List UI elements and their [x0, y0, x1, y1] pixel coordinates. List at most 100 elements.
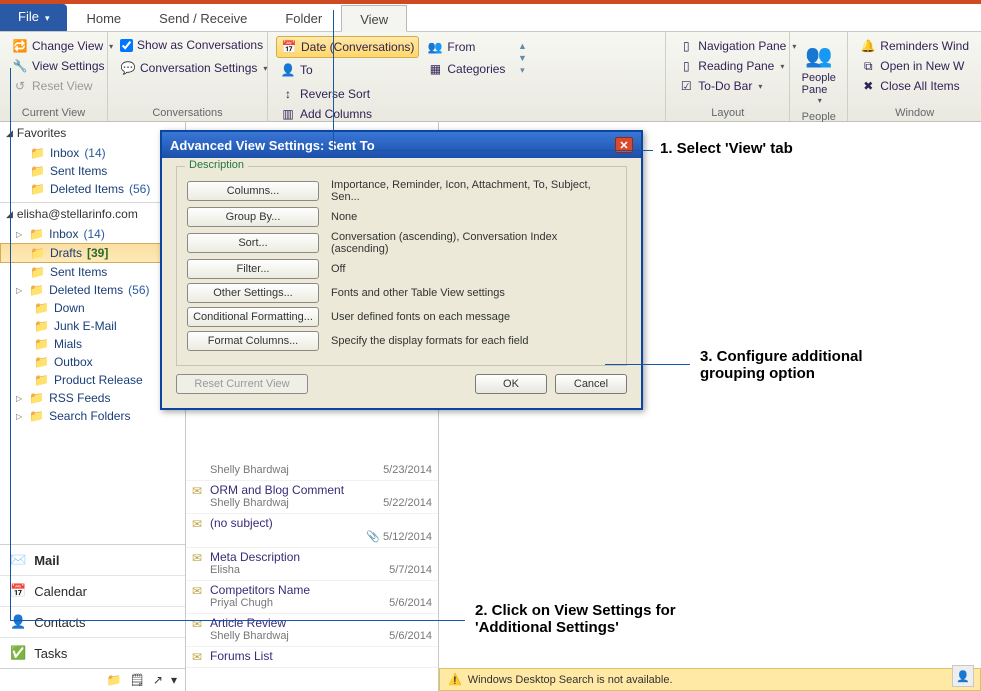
nav-item[interactable]: 📁Mials [0, 335, 185, 353]
nav-item[interactable]: 📁Outbox [0, 353, 185, 371]
configure-icon[interactable]: ▾ [171, 673, 177, 687]
nav-mail[interactable]: ✉️Mail [0, 545, 185, 575]
shortcuts-icon[interactable]: ↗ [153, 673, 163, 687]
folder-icon: 📁 [30, 182, 45, 196]
message-item[interactable]: (no subject)📎 5/12/2014 [186, 514, 438, 548]
scroll-down-icon[interactable]: ▼ [518, 53, 527, 63]
settings-icon: 🔧 [12, 58, 28, 74]
arrange-date-button[interactable]: 📅Date (Conversations) [276, 36, 419, 58]
nav-item[interactable]: 📁Sent Items [0, 263, 185, 281]
nav-item[interactable]: 📁Product Release [0, 371, 185, 389]
todo-bar-button[interactable]: ☑To-Do Bar▾ [674, 76, 766, 96]
mail-icon: ✉️ [10, 552, 26, 568]
folder-icon: 📁 [29, 391, 44, 405]
open-new-window-button[interactable]: ⧉Open in New W [856, 56, 968, 76]
nav-item[interactable]: ▷📁Deleted Items (56) [0, 281, 185, 299]
nav-calendar[interactable]: 📅Calendar [0, 575, 185, 606]
nav-item[interactable]: ▷📁RSS Feeds [0, 389, 185, 407]
message-item[interactable]: Competitors NamePriyal Chugh 5/6/2014 [186, 581, 438, 614]
message-item[interactable]: ORM and Blog CommentShelly Bhardwaj 5/22… [186, 481, 438, 514]
folder-icon: 📁 [34, 355, 49, 369]
view-settings-button[interactable]: 🔧View Settings [8, 56, 109, 76]
arrange-categories-button[interactable]: ▦Categories [423, 59, 509, 79]
navigation-pane-button[interactable]: ▯Navigation Pane▾ [674, 36, 800, 56]
arrange-to-button[interactable]: 👤To [276, 60, 419, 80]
expand-icon[interactable]: ▷ [16, 286, 22, 295]
close-icon: ✖ [860, 78, 876, 94]
dialog-option-button[interactable]: Format Columns... [187, 331, 319, 351]
add-columns-button[interactable]: ▥Add Columns [276, 104, 405, 124]
dialog-option-button[interactable]: Columns... [187, 181, 319, 201]
scroll-up-icon[interactable]: ▲ [518, 41, 527, 51]
navigation-column: ◢Favorites 📁Inbox (14)📁Sent Items📁Delete… [0, 122, 186, 691]
dialog-option-button[interactable]: Filter... [187, 259, 319, 279]
dialog-option-desc: User defined fonts on each message [331, 311, 616, 323]
expand-icon[interactable]: ▷ [16, 230, 22, 239]
reset-view-button[interactable]: ↺Reset View [8, 76, 96, 96]
reading-pane-button[interactable]: ▯Reading Pane▾ [674, 56, 788, 76]
dialog-option-button[interactable]: Sort... [187, 233, 319, 253]
from-icon: 👥 [427, 39, 443, 55]
annotation-line [10, 68, 11, 620]
bell-icon: 🔔 [860, 38, 876, 54]
message-item[interactable]: Meta DescriptionElisha 5/7/2014 [186, 548, 438, 581]
folder-icon[interactable]: 📁 [107, 673, 122, 687]
message-item[interactable]: Forums List [186, 647, 438, 668]
cancel-button[interactable]: Cancel [555, 374, 627, 394]
dialog-option-button[interactable]: Conditional Formatting... [187, 307, 319, 327]
annotation-1: 1. Select 'View' tab [660, 140, 793, 157]
folder-icon: 📁 [30, 265, 45, 279]
nav-item[interactable]: ▷📁Inbox (14) [0, 225, 185, 243]
group-label: Conversations [116, 107, 259, 119]
reset-icon: ↺ [12, 78, 28, 94]
reset-current-view-button[interactable]: Reset Current View [176, 374, 308, 394]
folder-icon: 📁 [34, 337, 49, 351]
ok-button[interactable]: OK [475, 374, 547, 394]
conv-icon: 💬 [120, 60, 136, 76]
tab-home[interactable]: Home [67, 4, 140, 31]
conversation-settings-button[interactable]: 💬Conversation Settings▾ [116, 58, 271, 78]
reminders-window-button[interactable]: 🔔Reminders Wind [856, 36, 973, 56]
notes-icon[interactable]: 🗒 [130, 673, 145, 687]
close-all-items-button[interactable]: ✖Close All Items [856, 76, 963, 96]
date-icon: 📅 [281, 39, 297, 55]
arrange-from-button[interactable]: 👥From [423, 37, 509, 57]
fav-item[interactable]: 📁Inbox (14) [0, 144, 185, 162]
expand-icon[interactable]: ▷ [16, 412, 22, 421]
nav-item[interactable]: ▷📁Search Folders [0, 407, 185, 425]
reverse-sort-button[interactable]: ↕Reverse Sort [276, 84, 405, 104]
folder-icon: 📁 [34, 301, 49, 315]
show-as-conversations-checkbox[interactable]: Show as Conversations [116, 36, 267, 54]
dialog-titlebar[interactable]: Advanced View Settings: Sent To ✕ [162, 132, 641, 158]
avatar-icon[interactable]: 👤 [952, 665, 974, 687]
nav-tasks[interactable]: ✅Tasks [0, 637, 185, 668]
fav-item[interactable]: 📁Sent Items [0, 162, 185, 180]
dialog-option-button[interactable]: Other Settings... [187, 283, 319, 303]
nav-item[interactable]: 📁Drafts [39] [0, 243, 185, 263]
calendar-icon: 📅 [10, 583, 26, 599]
fav-item[interactable]: 📁Deleted Items (56) [0, 180, 185, 198]
nav-item[interactable]: 📁Junk E-Mail [0, 317, 185, 335]
mail-icon [192, 584, 202, 598]
tab-folder[interactable]: Folder [266, 4, 341, 31]
expand-gallery-icon[interactable]: ▾ [520, 65, 525, 76]
change-view-button[interactable]: 🔁Change View▾ [8, 36, 117, 56]
tab-view[interactable]: View [341, 5, 407, 32]
advanced-view-settings-dialog: Advanced View Settings: Sent To ✕ Descri… [160, 130, 643, 410]
annotation-line [10, 620, 465, 621]
account-header[interactable]: ◢elisha@stellarinfo.com [0, 203, 185, 225]
ribbon-tabs: File Home Send / Receive Folder View [0, 4, 981, 32]
tab-file[interactable]: File [0, 4, 67, 31]
dialog-option-desc: Conversation (ascending), Conversation I… [331, 231, 616, 255]
favorites-header[interactable]: ◢Favorites [0, 122, 185, 144]
message-item[interactable]: Shelly Bhardwaj 5/23/2014 [186, 462, 438, 481]
nav-contacts[interactable]: 👤Contacts [0, 606, 185, 637]
expand-icon[interactable]: ▷ [16, 394, 22, 403]
dialog-option-button[interactable]: Group By... [187, 207, 319, 227]
people-pane-button[interactable]: 👥 People Pane▾ [798, 36, 839, 109]
message-item[interactable]: Article ReviewShelly Bhardwaj 5/6/2014 [186, 614, 438, 647]
readpane-icon: ▯ [678, 58, 694, 74]
nav-item[interactable]: 📁Down [0, 299, 185, 317]
dialog-option-desc: Specify the display formats for each fie… [331, 335, 616, 347]
tab-send-receive[interactable]: Send / Receive [140, 4, 266, 31]
